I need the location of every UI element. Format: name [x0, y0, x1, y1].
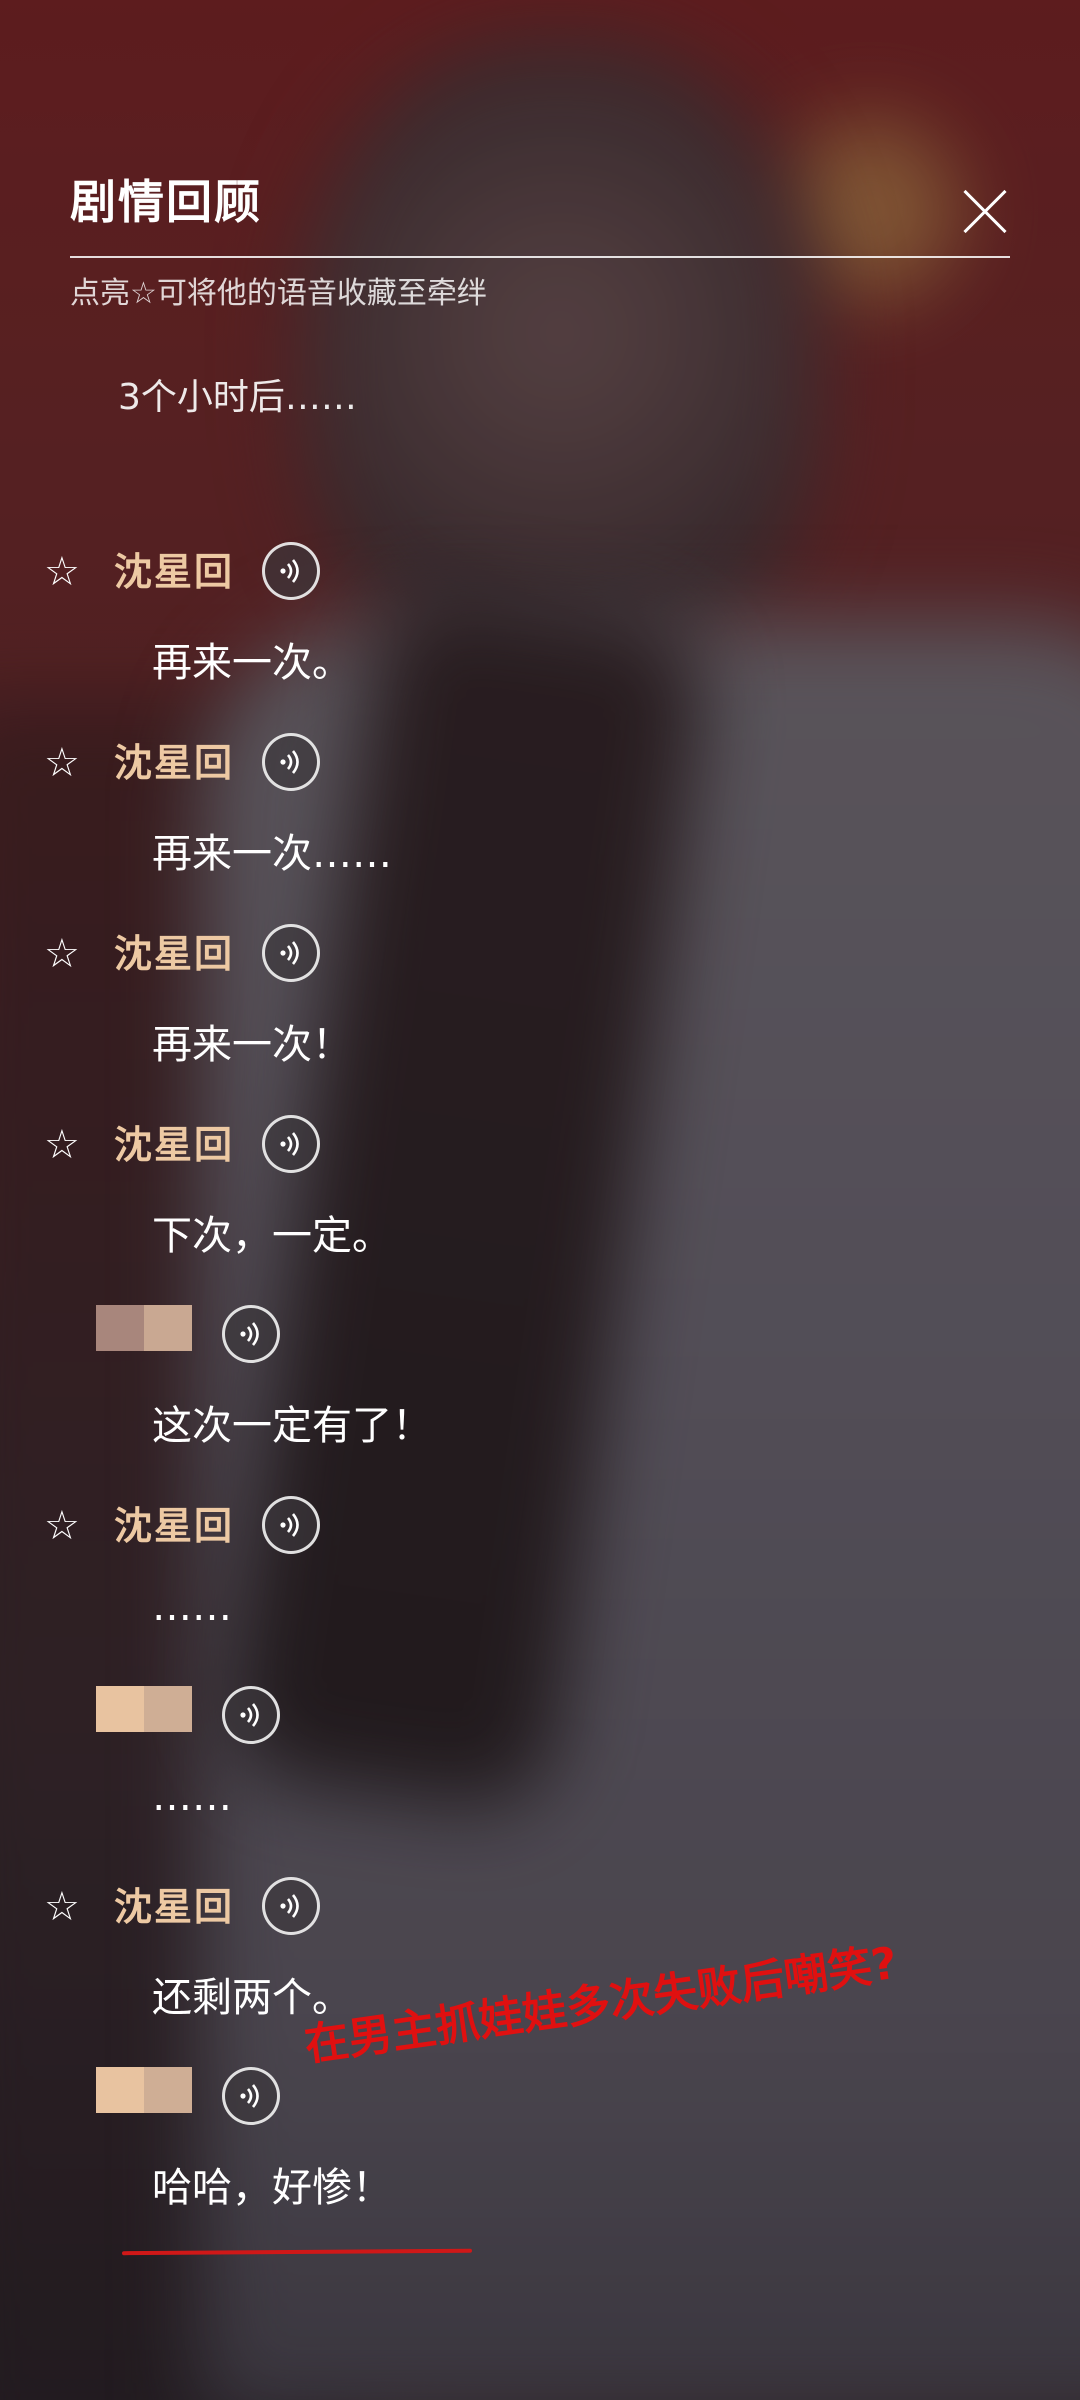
- dialogue-line: 这次一定有了！: [152, 1403, 432, 1449]
- voice-play-icon[interactable]: [262, 1115, 320, 1173]
- dialogue-line: ……: [152, 1584, 232, 1630]
- voice-play-icon[interactable]: [262, 1496, 320, 1554]
- voice-play-icon[interactable]: [222, 2067, 280, 2125]
- panel-header: 剧情回顾 点亮☆可将他的语音收藏至牵绊: [70, 172, 1010, 311]
- voice-play-icon[interactable]: [262, 924, 320, 982]
- voice-play-icon[interactable]: [262, 1877, 320, 1935]
- voice-play-icon[interactable]: [262, 733, 320, 791]
- player-avatar-mosaic: [96, 1686, 192, 1732]
- close-icon[interactable]: [960, 186, 1010, 236]
- dialogue-entry: ☆ 沈星回 ……: [0, 1496, 1080, 1676]
- speaker-name: 沈星回: [114, 1503, 235, 1548]
- player-avatar-mosaic: [96, 1305, 192, 1351]
- dialogue-line: 哈哈，好惨！: [152, 2165, 392, 2211]
- dialogue-line: 再来一次……: [152, 831, 392, 877]
- speaker-name: 沈星回: [114, 931, 235, 976]
- dialogue-entry: 哈哈，好惨！: [0, 2067, 1080, 2247]
- speaker-name: 沈星回: [114, 1122, 235, 1167]
- star-outline-icon[interactable]: ☆: [44, 1887, 80, 1927]
- dialogue-line: ……: [152, 1774, 232, 1820]
- star-outline-icon[interactable]: ☆: [44, 1125, 80, 1165]
- star-outline-icon[interactable]: ☆: [44, 552, 80, 592]
- panel-title: 剧情回顾: [70, 175, 262, 229]
- dialogue-entry: ☆ 沈星回 下次，一定。: [0, 1115, 1080, 1295]
- dialogue-entry: ☆ 沈星回 再来一次……: [0, 733, 1080, 913]
- voice-play-icon[interactable]: [262, 542, 320, 600]
- dialogue-entry: 这次一定有了！: [0, 1305, 1080, 1485]
- dialogue-entry: ☆ 沈星回 再来一次。: [0, 542, 1080, 722]
- star-outline-icon[interactable]: ☆: [44, 743, 80, 783]
- dialogue-line: 再来一次！: [152, 1022, 352, 1068]
- voice-play-icon[interactable]: [222, 1305, 280, 1363]
- dialogue-entry: ……: [0, 1686, 1080, 1866]
- story-review-panel: 剧情回顾 点亮☆可将他的语音收藏至牵绊 3个小时后…… ☆ 沈星回 再来一次。 …: [0, 0, 1080, 2400]
- star-outline-icon[interactable]: ☆: [44, 1506, 80, 1546]
- star-outline-icon[interactable]: ☆: [44, 934, 80, 974]
- speaker-name: 沈星回: [114, 740, 235, 785]
- dialogue-entry: ☆ 沈星回 再来一次！: [0, 924, 1080, 1104]
- player-avatar-mosaic: [96, 2067, 192, 2113]
- speaker-name: 沈星回: [114, 549, 235, 594]
- dialogue-line: 再来一次。: [152, 640, 352, 686]
- speaker-name: 沈星回: [114, 1884, 235, 1929]
- narration-text: 3个小时后……: [118, 377, 357, 418]
- panel-subtitle: 点亮☆可将他的语音收藏至牵绊: [70, 276, 487, 311]
- red-underline-mark: [121, 2248, 473, 2256]
- dialogue-line: 下次，一定。: [152, 1213, 392, 1259]
- voice-play-icon[interactable]: [222, 1686, 280, 1744]
- header-divider: [70, 256, 1010, 258]
